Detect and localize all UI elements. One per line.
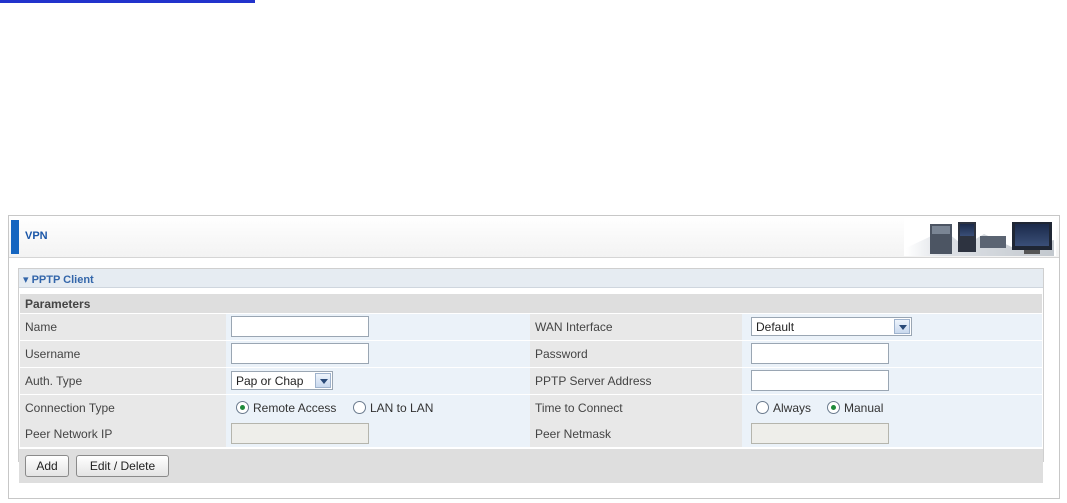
vpn-header: VPN [9, 216, 1059, 258]
radio-unselected-icon [353, 401, 366, 414]
username-input[interactable] [231, 343, 369, 364]
pptp-client-section: ▾ PPTP Client Parameters Name WAN Interf… [18, 268, 1044, 462]
name-label: Name [25, 320, 58, 334]
row-peer-network: Peer Network IP Peer Netmask [20, 421, 1042, 447]
auth-type-select[interactable]: Pap or Chap [231, 371, 333, 390]
server-address-label: PPTP Server Address [535, 374, 652, 388]
time-to-connect-label: Time to Connect [535, 401, 623, 415]
connection-type-label: Connection Type [25, 401, 115, 415]
radio-selected-icon [236, 401, 249, 414]
wan-interface-label: WAN Interface [535, 320, 613, 334]
peer-network-ip-label: Peer Network IP [25, 427, 113, 441]
parameters-header: Parameters [20, 294, 1042, 313]
peer-netmask-label: Peer Netmask [535, 427, 612, 441]
row-connection-type: Connection Type Remote Access LAN to LAN… [20, 395, 1042, 421]
chevron-down-icon [315, 373, 331, 388]
page-title: VPN [25, 230, 48, 242]
add-button[interactable]: Add [25, 455, 69, 477]
section-header[interactable]: ▾ PPTP Client [19, 269, 1043, 288]
network-devices-banner-icon [904, 218, 1056, 256]
button-row: Add Edit / Delete [19, 449, 1043, 483]
radio-unselected-icon [756, 401, 769, 414]
top-link-underline[interactable] [0, 0, 255, 3]
username-label: Username [25, 347, 81, 361]
password-label: Password [535, 347, 588, 361]
wan-interface-select[interactable]: Default [751, 317, 912, 336]
password-input[interactable] [751, 343, 889, 364]
peer-network-ip-input[interactable] [231, 423, 369, 444]
peer-netmask-input[interactable] [751, 423, 889, 444]
server-address-input[interactable] [751, 370, 889, 391]
edit-delete-button[interactable]: Edit / Delete [76, 455, 169, 477]
header-accent-bar [11, 220, 19, 254]
row-username: Username Password [20, 341, 1042, 367]
radio-selected-icon [827, 401, 840, 414]
section-title: ▾ PPTP Client [23, 274, 94, 286]
row-auth-type: Auth. Type Pap or Chap PPTP Server Addre… [20, 368, 1042, 394]
name-input[interactable] [231, 316, 369, 337]
vpn-panel: VPN ▾ PPTP Client Parameters Name WAN In… [8, 215, 1060, 499]
parameters-title: Parameters [25, 297, 91, 311]
row-name: Name WAN Interface Default [20, 314, 1042, 340]
auth-type-label: Auth. Type [25, 374, 83, 388]
chevron-down-icon [894, 319, 910, 334]
